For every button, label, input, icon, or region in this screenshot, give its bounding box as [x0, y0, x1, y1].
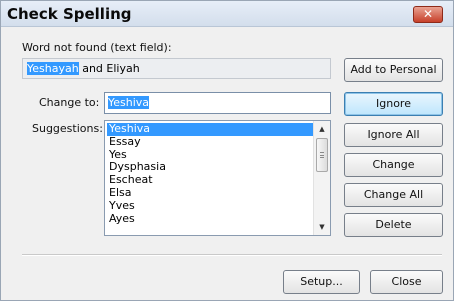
add-to-personal-button[interactable]: Add to Personal	[344, 58, 443, 82]
check-spelling-dialog: Check Spelling ✕ Word not found (text fi…	[0, 0, 454, 301]
change-to-input[interactable]: Yeshiva	[104, 92, 331, 114]
change-to-label: Change to:	[39, 96, 100, 109]
not-found-context-text: and Eliyah	[78, 62, 140, 75]
suggestions-scrollbar[interactable]: ▲ ▼	[313, 121, 330, 235]
change-button[interactable]: Change	[344, 153, 443, 177]
suggestion-item-yeshiva[interactable]: Yeshiva	[107, 122, 313, 136]
suggestion-item-escheat[interactable]: Escheat	[107, 173, 313, 187]
suggestion-item-elsa[interactable]: Elsa	[107, 186, 313, 200]
title-bar[interactable]: Check Spelling ✕	[1, 1, 453, 27]
setup-button[interactable]: Setup...	[283, 270, 360, 294]
close-icon[interactable]: ✕	[413, 6, 443, 23]
dialog-title: Check Spelling	[7, 5, 132, 23]
scroll-up-arrow-icon[interactable]: ▲	[314, 121, 330, 137]
suggestion-item-ayes[interactable]: Ayes	[107, 212, 313, 226]
divider	[22, 254, 442, 256]
word-not-found-field[interactable]: Yeshayah and Eliyah	[22, 58, 331, 79]
word-not-found-label: Word not found (text field):	[22, 41, 172, 54]
change-all-button[interactable]: Change All	[344, 183, 443, 207]
suggestion-item-essay[interactable]: Essay	[107, 135, 313, 149]
close-button[interactable]: Close	[370, 270, 443, 294]
scroll-down-arrow-icon[interactable]: ▼	[314, 219, 330, 235]
scrollbar-thumb[interactable]	[316, 138, 328, 172]
suggestions-list[interactable]: Yeshiva Essay Yes Dysphasia Escheat Elsa…	[104, 120, 331, 236]
not-found-word-highlight: Yeshayah	[27, 62, 79, 75]
ignore-button[interactable]: Ignore	[344, 92, 443, 116]
suggestions-label: Suggestions:	[32, 122, 103, 135]
change-to-value: Yeshiva	[108, 96, 150, 109]
scrollbar-grip-icon	[320, 152, 324, 158]
suggestion-item-yves[interactable]: Yves	[107, 199, 313, 213]
ignore-all-button[interactable]: Ignore All	[344, 123, 443, 147]
delete-button[interactable]: Delete	[344, 213, 443, 237]
